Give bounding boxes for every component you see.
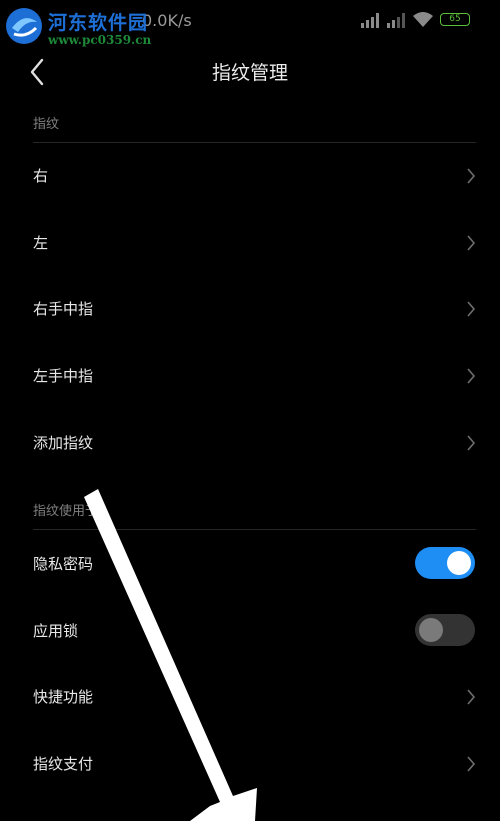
app-lock-label: 应用锁 bbox=[33, 622, 79, 640]
chevron-right-icon bbox=[467, 756, 476, 772]
watermark-url: www.pc0359.cn bbox=[48, 33, 152, 47]
battery-level: 65 bbox=[449, 14, 461, 24]
divider bbox=[33, 529, 476, 530]
add-fingerprint-item[interactable]: 添加指纹 bbox=[0, 410, 500, 476]
chevron-right-icon bbox=[467, 689, 476, 705]
app-lock-item: 应用锁 bbox=[0, 598, 500, 664]
fingerprint-item-label: 左 bbox=[33, 234, 49, 252]
chevron-right-icon bbox=[467, 301, 476, 317]
watermark: 河东软件园 www.pc0359.cn bbox=[4, 4, 154, 48]
privacy-password-label: 隐私密码 bbox=[33, 555, 94, 573]
wifi-icon bbox=[413, 12, 433, 27]
fingerprint-item[interactable]: 左 bbox=[0, 210, 500, 276]
toggle-knob bbox=[447, 551, 471, 575]
fingerprint-item-label: 右手中指 bbox=[33, 300, 94, 318]
watermark-logo-icon bbox=[6, 8, 42, 44]
app-lock-toggle[interactable] bbox=[415, 614, 475, 646]
chevron-right-icon bbox=[467, 235, 476, 251]
fingerprint-item[interactable]: 右 bbox=[0, 143, 500, 209]
fingerprint-item[interactable]: 左手中指 bbox=[0, 343, 500, 409]
privacy-password-item: 隐私密码 bbox=[0, 531, 500, 597]
chevron-right-icon bbox=[467, 368, 476, 384]
privacy-password-toggle[interactable] bbox=[415, 547, 475, 579]
chevron-right-icon bbox=[467, 435, 476, 451]
signal-icon bbox=[387, 13, 405, 28]
fingerprint-item[interactable]: 右手中指 bbox=[0, 276, 500, 342]
signal-icon bbox=[361, 13, 379, 28]
title-bar: 指纹管理 bbox=[0, 46, 500, 98]
battery-icon: 65 bbox=[440, 13, 470, 26]
toggle-knob bbox=[419, 618, 443, 642]
add-fingerprint-label: 添加指纹 bbox=[33, 434, 94, 452]
page-title: 指纹管理 bbox=[211, 62, 288, 84]
fingerprint-payment-label: 指纹支付 bbox=[33, 755, 94, 773]
section-label-fingerprints: 指纹 bbox=[33, 117, 60, 132]
fingerprint-item-label: 右 bbox=[33, 167, 49, 185]
shortcut-functions-item[interactable]: 快捷功能 bbox=[0, 664, 500, 730]
shortcut-functions-label: 快捷功能 bbox=[33, 688, 94, 706]
fingerprint-item-label: 左手中指 bbox=[33, 367, 94, 385]
section-label-usage: 指纹使用于 bbox=[33, 504, 99, 519]
watermark-title: 河东软件园 bbox=[48, 12, 149, 34]
chevron-right-icon bbox=[467, 168, 476, 184]
fingerprint-payment-item[interactable]: 指纹支付 bbox=[0, 731, 500, 797]
